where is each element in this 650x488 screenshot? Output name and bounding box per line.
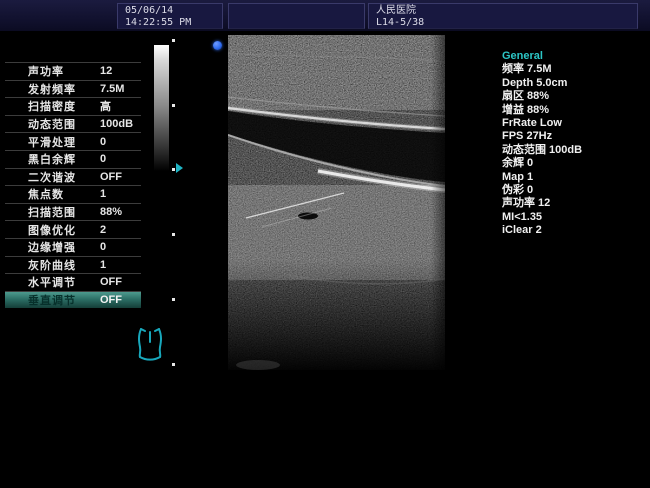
param-row-edge-enhance[interactable]: 边缘增强 0 bbox=[5, 238, 141, 256]
info-panel-title: General bbox=[502, 50, 647, 63]
param-value: 1 bbox=[100, 259, 106, 271]
param-value: 0 bbox=[100, 153, 106, 165]
info-line-fps: FPS 27Hz bbox=[502, 130, 647, 143]
param-row-gray-curve[interactable]: 灰阶曲线 1 bbox=[5, 256, 141, 274]
ultrasound-image[interactable] bbox=[228, 35, 445, 390]
param-value: 0 bbox=[100, 241, 106, 253]
param-label: 二次谐波 bbox=[5, 169, 76, 185]
depth-tick bbox=[172, 363, 175, 366]
param-row-vertical-adjust-selected[interactable]: 垂直调节 OFF bbox=[5, 291, 141, 309]
ultrasound-console-screen: 05/06/14 14:22:55 PM 人民医院 L14-5/38 声功率 1… bbox=[0, 0, 650, 488]
info-line-map: Map 1 bbox=[502, 171, 647, 184]
param-row-scan-range[interactable]: 扫描范围 88% bbox=[5, 203, 141, 221]
param-label: 焦点数 bbox=[5, 186, 64, 202]
info-line-frequency: 频率 7.5M bbox=[502, 63, 647, 76]
param-value: 2 bbox=[100, 224, 106, 236]
date-label: 05/06/14 bbox=[125, 5, 222, 17]
probe-orientation-marker-icon bbox=[213, 41, 222, 50]
hospital-label: 人民医院 bbox=[376, 5, 637, 17]
param-label: 边缘增强 bbox=[5, 239, 76, 255]
param-row-bw-persistence[interactable]: 黑白余辉 0 bbox=[5, 150, 141, 168]
probe-label: L14-5/38 bbox=[376, 17, 637, 29]
param-label: 扫描范围 bbox=[5, 204, 76, 220]
param-value: OFF bbox=[100, 276, 122, 288]
param-label: 图像优化 bbox=[5, 222, 76, 238]
param-label: 声功率 bbox=[5, 63, 64, 79]
parameter-sidebar: 声功率 12 发射频率 7.5M 扫描密度 高 动态范围 100dB 平滑处理 … bbox=[5, 62, 141, 308]
param-row-acoustic-power[interactable]: 声功率 12 bbox=[5, 62, 141, 80]
depth-tick bbox=[172, 39, 175, 42]
param-row-horizontal-adjust[interactable]: 水平调节 OFF bbox=[5, 273, 141, 291]
depth-tick bbox=[172, 233, 175, 236]
info-line-mi: MI<1.35 bbox=[502, 211, 647, 224]
param-value: 88% bbox=[100, 206, 122, 218]
time-label: 14:22:55 PM bbox=[125, 17, 222, 29]
param-row-dynamic-range[interactable]: 动态范围 100dB bbox=[5, 115, 141, 133]
thumbnail-strip: × × × bbox=[0, 395, 650, 488]
param-label: 垂直调节 bbox=[5, 292, 76, 308]
info-line-depth: Depth 5.0cm bbox=[502, 77, 647, 90]
info-line-persistence: 余辉 0 bbox=[502, 157, 647, 170]
info-line-pseudocolor: 伪彩 0 bbox=[502, 184, 647, 197]
param-label: 平滑处理 bbox=[5, 134, 76, 150]
info-line-iclear: iClear 2 bbox=[502, 224, 647, 237]
body-mark-icon bbox=[133, 325, 167, 368]
info-line-gain: 增益 88% bbox=[502, 104, 647, 117]
param-row-harmonic[interactable]: 二次谐波 OFF bbox=[5, 168, 141, 186]
param-value: 7.5M bbox=[100, 83, 124, 95]
depth-tick bbox=[172, 104, 175, 107]
info-line-sector: 扇区 88% bbox=[502, 90, 647, 103]
param-value: 100dB bbox=[100, 118, 133, 130]
info-line-framerate: FrRate Low bbox=[502, 117, 647, 130]
param-label: 扫描密度 bbox=[5, 98, 76, 114]
image-info-panel: General 频率 7.5M Depth 5.0cm 扇区 88% 增益 88… bbox=[502, 50, 647, 238]
hospital-probe-box: 人民医院 L14-5/38 bbox=[368, 3, 638, 29]
depth-tick bbox=[172, 168, 175, 171]
param-row-smoothing[interactable]: 平滑处理 0 bbox=[5, 132, 141, 150]
patient-name-box bbox=[228, 3, 365, 29]
depth-tick bbox=[172, 298, 175, 301]
param-value: 12 bbox=[100, 65, 112, 77]
param-label: 灰阶曲线 bbox=[5, 257, 76, 273]
param-row-focus-number[interactable]: 焦点数 1 bbox=[5, 185, 141, 203]
title-bar: 05/06/14 14:22:55 PM 人民医院 L14-5/38 bbox=[0, 0, 650, 31]
info-line-dynamic-range: 动态范围 100dB bbox=[502, 144, 647, 157]
param-row-scan-density[interactable]: 扫描密度 高 bbox=[5, 97, 141, 115]
info-line-acoustic-power: 声功率 12 bbox=[502, 197, 647, 210]
param-value: OFF bbox=[100, 294, 122, 306]
focus-marker-icon[interactable] bbox=[176, 163, 183, 173]
param-value: 高 bbox=[100, 98, 111, 114]
param-value: OFF bbox=[100, 171, 122, 183]
param-label: 水平调节 bbox=[5, 274, 76, 290]
datetime-box: 05/06/14 14:22:55 PM bbox=[117, 3, 223, 29]
param-label: 黑白余辉 bbox=[5, 151, 76, 167]
param-label: 动态范围 bbox=[5, 116, 76, 132]
param-value: 0 bbox=[100, 136, 106, 148]
param-row-image-optimize[interactable]: 图像优化 2 bbox=[5, 220, 141, 238]
param-value: 1 bbox=[100, 188, 106, 200]
grayscale-map-bar bbox=[154, 45, 169, 171]
param-row-transmit-frequency[interactable]: 发射频率 7.5M bbox=[5, 80, 141, 98]
param-label: 发射频率 bbox=[5, 81, 76, 97]
